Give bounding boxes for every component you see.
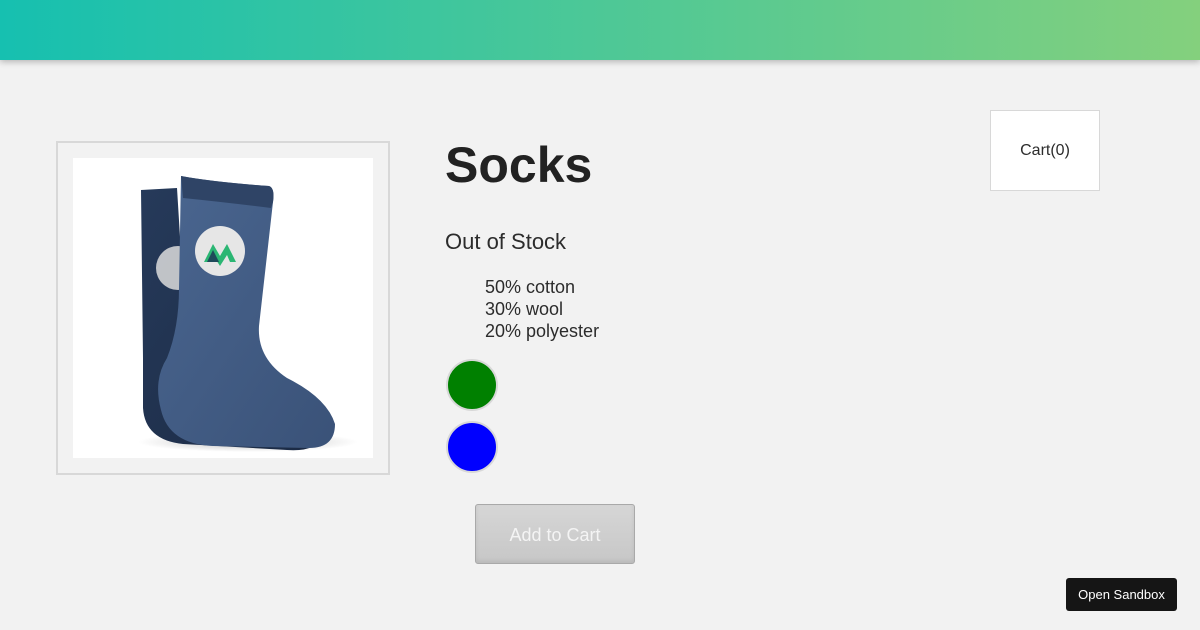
stock-status: Out of Stock xyxy=(445,229,567,254)
cart-count: Cart(0) xyxy=(990,110,1100,191)
open-sandbox-button[interactable]: Open Sandbox xyxy=(1066,578,1177,611)
product-title: Socks xyxy=(445,137,593,193)
product-image-frame xyxy=(56,141,390,475)
color-swatch-green[interactable] xyxy=(446,359,498,411)
add-to-cart-button[interactable]: Add to Cart xyxy=(475,504,635,564)
nav-bar xyxy=(0,0,1200,60)
sock-image xyxy=(138,176,358,452)
detail-item: 20% polyester xyxy=(485,321,600,341)
detail-item: 30% wool xyxy=(485,299,564,319)
color-swatch-blue[interactable] xyxy=(446,421,498,473)
detail-item: 50% cotton xyxy=(485,277,576,297)
product-details-list: 50% cotton 30% wool 20% polyester xyxy=(485,276,599,342)
product-image xyxy=(73,158,373,458)
